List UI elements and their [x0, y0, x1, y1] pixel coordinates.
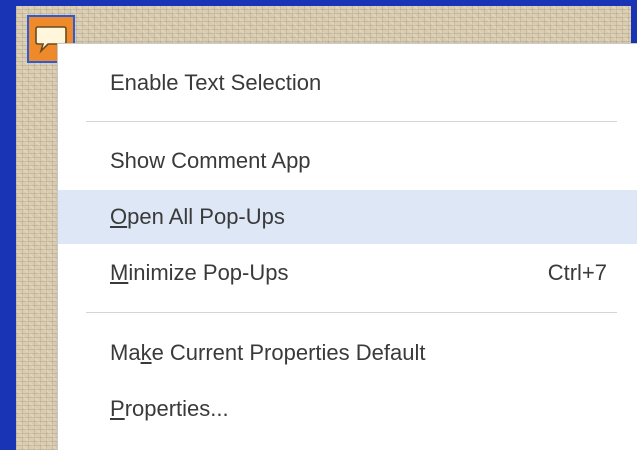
menu-item-enable-text-selection[interactable]: Enable Text Selection — [58, 56, 637, 110]
screen: Enable Text Selection Show Comment App O… — [0, 0, 637, 450]
menu-item-properties[interactable]: Properties... — [58, 382, 637, 436]
menu-item-show-comment-app[interactable]: Show Comment App — [58, 134, 637, 188]
menu-item-minimize-popups[interactable]: Minimize Pop-Ups Ctrl+7 — [58, 246, 637, 300]
menu-item-shortcut: Ctrl+7 — [547, 260, 607, 285]
menu-separator — [86, 312, 617, 313]
menu-separator — [86, 121, 617, 122]
menu-item-access-key: k — [140, 340, 152, 365]
menu-item-label-start: Ma — [110, 340, 141, 365]
menu-item-label: Make Current Properties Default — [110, 340, 425, 366]
menu-item-label: Minimize Pop-Ups — [110, 260, 289, 286]
menu-item-label-rest: pen All Pop-Ups — [127, 204, 285, 229]
menu-item-label: Show Comment App — [110, 148, 311, 173]
menu-item-label: Properties... — [110, 396, 229, 422]
context-menu: Enable Text Selection Show Comment App O… — [57, 43, 637, 450]
menu-item-label: Enable Text Selection — [110, 70, 322, 95]
menu-item-label-rest: inimize Pop-Ups — [128, 260, 289, 285]
menu-item-open-all-popups[interactable]: Open All Pop-Ups — [58, 190, 637, 244]
menu-item-label: Open All Pop-Ups — [110, 204, 285, 230]
menu-item-access-key: M — [110, 260, 129, 285]
menu-item-access-key: O — [110, 204, 128, 229]
menu-item-access-key: P — [110, 396, 125, 421]
menu-item-make-current-properties-default[interactable]: Make Current Properties Default — [58, 326, 637, 380]
menu-item-label-rest: e Current Properties Default — [151, 340, 426, 365]
menu-item-label-rest: roperties... — [124, 396, 229, 421]
